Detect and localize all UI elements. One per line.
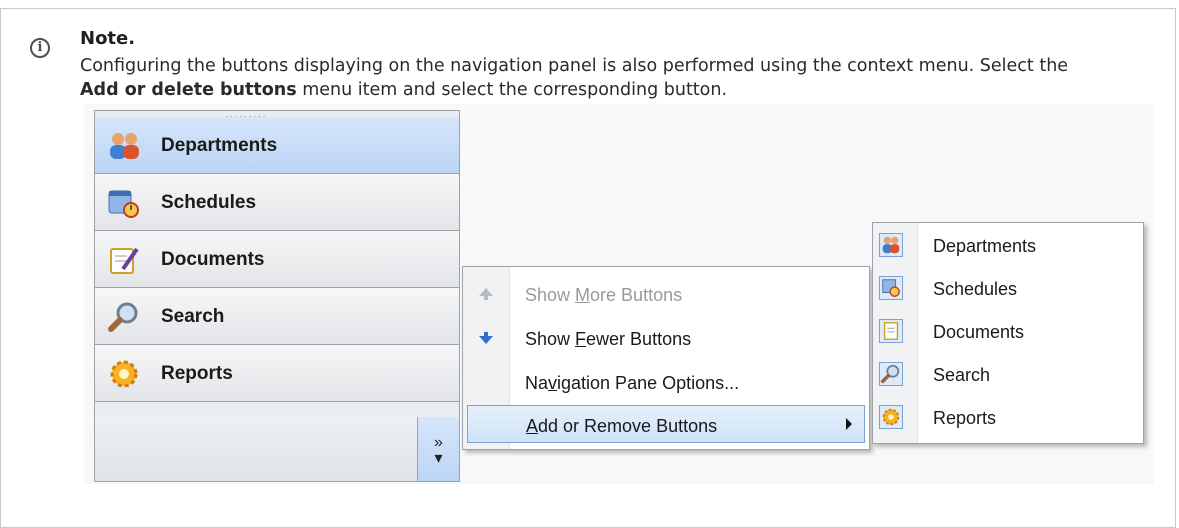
menu-item-text-post: ewer Buttons — [586, 329, 692, 349]
submenu-item-documents[interactable]: Documents — [873, 311, 1143, 354]
submenu-item-label: Documents — [933, 322, 1025, 342]
departments-icon — [879, 233, 903, 257]
search-icon — [879, 362, 903, 386]
note-text-bold: Add or delete buttons — [80, 80, 297, 100]
submenu-arrow-icon — [846, 418, 852, 430]
nav-button-label: Documents — [161, 249, 265, 270]
documents-icon — [110, 247, 139, 274]
submenu-item-schedules[interactable]: Schedules — [873, 268, 1143, 311]
nav-button-reports[interactable]: Reports — [95, 345, 459, 402]
nav-button-documents[interactable]: Documents — [95, 231, 459, 288]
submenu-item-reports[interactable]: Reports — [873, 397, 1143, 440]
navigation-pane: ········· Departments Schedules Document… — [94, 110, 460, 482]
menu-item-text-pre: Show — [525, 285, 576, 305]
menu-item-add-or-remove-buttons[interactable]: Add or Remove Buttons — [467, 405, 865, 443]
note-title: Note. — [80, 28, 136, 49]
submenu-item-search[interactable]: Search — [873, 354, 1143, 397]
nav-button-label: Search — [161, 306, 225, 327]
context-menu: Show More Buttons Show Fewer Buttons Nav… — [462, 266, 870, 450]
note-text-end: menu item and select the corresponding b… — [296, 80, 728, 100]
note-text-start: Configuring the buttons displaying on th… — [80, 56, 1069, 76]
menu-item-accel: F — [575, 329, 587, 349]
nav-button-search[interactable]: Search — [95, 288, 459, 345]
arrow-down-icon — [479, 332, 493, 344]
menu-item-text-post: ore Buttons — [590, 285, 683, 305]
note-text: Configuring the buttons displaying on th… — [80, 54, 1080, 102]
submenu-item-label: Departments — [933, 236, 1037, 256]
menu-item-text-pre: Na — [525, 373, 549, 393]
caret-down-icon: ▾ — [434, 450, 443, 467]
nav-button-departments[interactable]: Departments — [95, 117, 459, 174]
schedules-icon — [879, 276, 903, 300]
nav-button-schedules[interactable]: Schedules — [95, 174, 459, 231]
info-icon: i — [30, 38, 50, 58]
menu-item-text-post: dd or Remove Buttons — [538, 416, 718, 436]
nav-button-label: Schedules — [161, 192, 257, 213]
nav-button-label: Reports — [161, 363, 233, 384]
submenu-item-label: Search — [933, 365, 991, 385]
reports-icon — [879, 405, 903, 429]
menu-item-show-fewer-buttons[interactable]: Show Fewer Buttons — [467, 319, 865, 357]
menu-item-navigation-pane-options[interactable]: Navigation Pane Options... — [467, 363, 865, 401]
reports-icon — [110, 360, 138, 388]
nav-pane-footer: » ▾ — [95, 417, 459, 481]
schedules-icon — [108, 190, 139, 218]
menu-item-accel: A — [526, 416, 539, 436]
configure-buttons-button[interactable]: » ▾ — [417, 417, 459, 481]
chevron-double-icon: » — [434, 434, 443, 451]
menu-item-show-more-buttons[interactable]: Show More Buttons — [467, 275, 865, 313]
documents-icon — [879, 319, 903, 343]
menu-item-text-post: igation Pane Options... — [557, 373, 740, 393]
menu-item-accel: v — [548, 373, 558, 393]
menu-item-text-pre: Show — [525, 329, 576, 349]
departments-icon — [110, 133, 139, 159]
submenu-item-label: Reports — [933, 408, 997, 428]
submenu-item-departments[interactable]: Departments — [873, 225, 1143, 268]
search-icon — [108, 302, 138, 332]
arrow-up-icon — [479, 288, 493, 300]
submenu-item-label: Schedules — [933, 279, 1018, 299]
submenu-buttons: Departments Schedules Documents Search R… — [872, 222, 1144, 444]
nav-button-label: Departments — [161, 135, 278, 156]
menu-item-accel: M — [575, 285, 591, 305]
